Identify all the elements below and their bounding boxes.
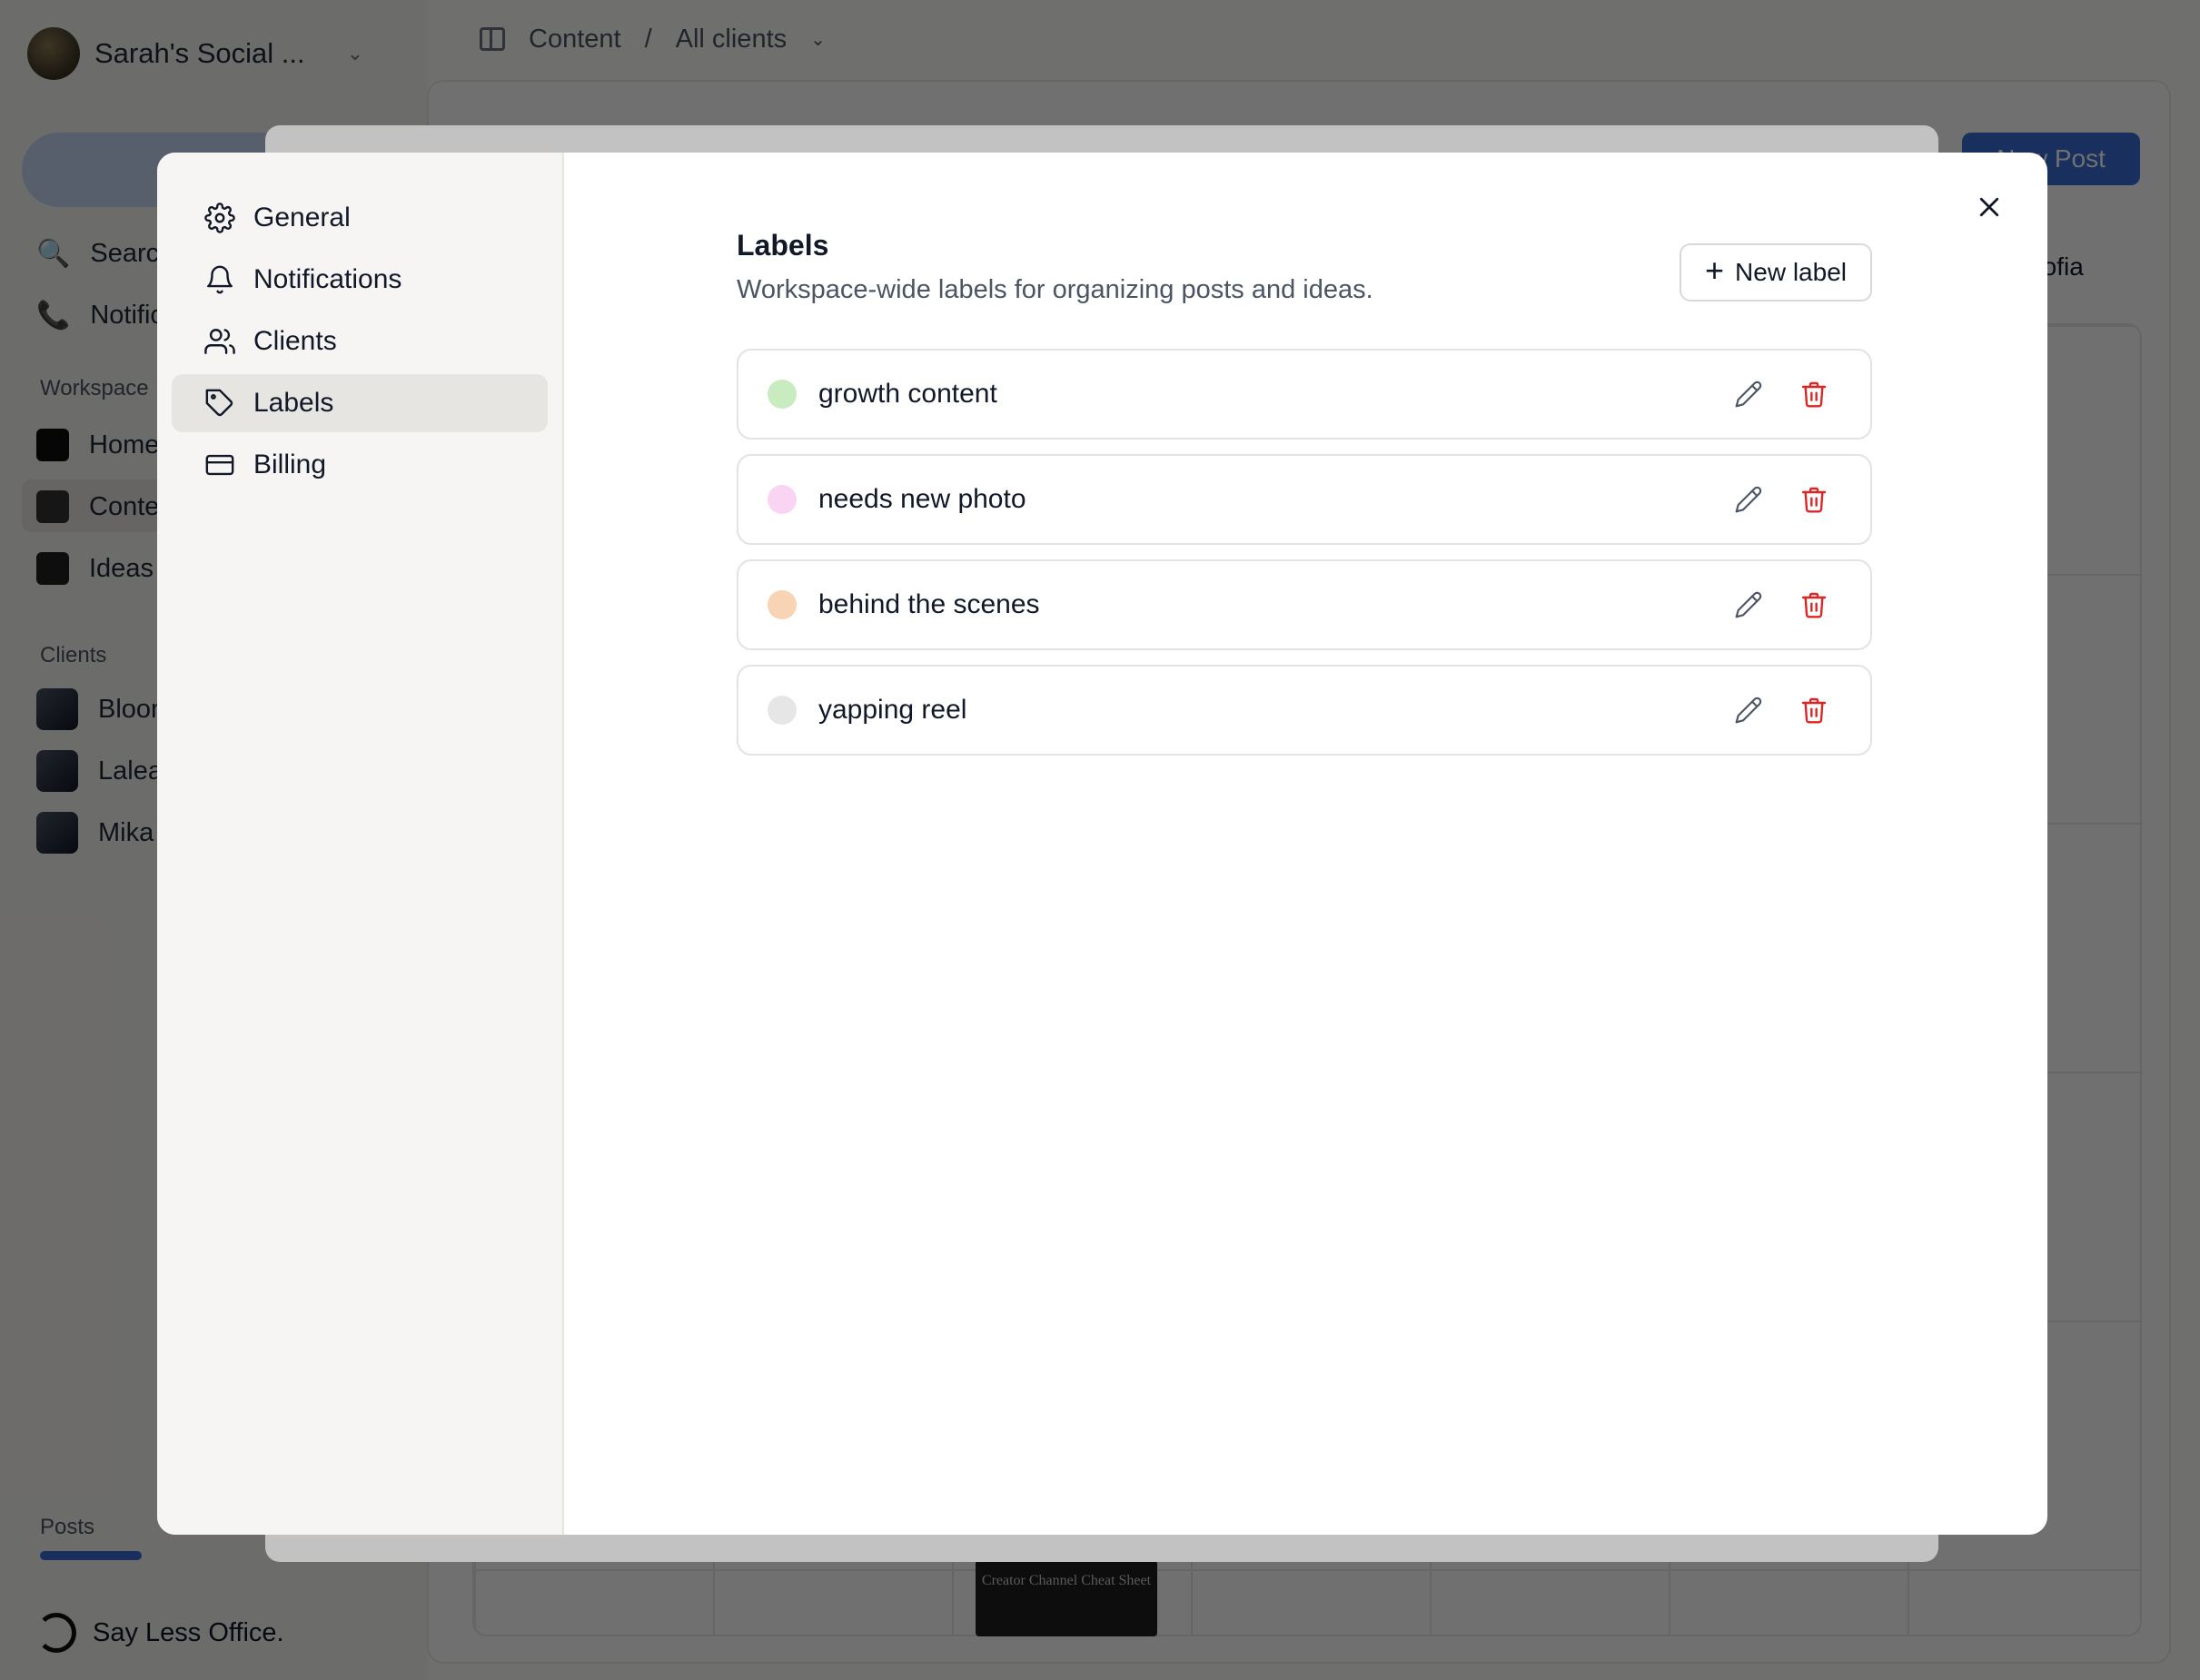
trash-icon (1801, 487, 1827, 513)
pencil-icon (1735, 486, 1762, 513)
settings-nav-label: Notifications (253, 264, 402, 294)
label-color-dot (768, 696, 797, 725)
label-row: behind the scenes (737, 559, 1872, 650)
edit-label-button[interactable] (1729, 690, 1769, 730)
label-color-dot (768, 485, 797, 514)
label-row: needs new photo (737, 454, 1872, 545)
close-icon (1979, 197, 1999, 217)
label-color-dot (768, 380, 797, 409)
settings-nav-label: Labels (253, 388, 334, 418)
delete-label-button[interactable] (1794, 479, 1834, 519)
edit-label-button[interactable] (1729, 374, 1769, 414)
new-label-button[interactable]: + New label (1680, 243, 1872, 301)
users-icon (204, 329, 235, 354)
settings-nav-clients[interactable]: Clients (172, 312, 548, 371)
pencil-icon (1735, 591, 1762, 618)
settings-nav-notifications[interactable]: Notifications (172, 251, 548, 309)
labels-header: Labels Workspace-wide labels for organiz… (737, 229, 1872, 305)
label-name: yapping reel (818, 695, 967, 725)
label-name: behind the scenes (818, 589, 1040, 619)
edit-label-button[interactable] (1729, 585, 1769, 625)
settings-nav-label: Billing (253, 450, 327, 479)
delete-label-button[interactable] (1794, 585, 1834, 625)
label-name: needs new photo (818, 484, 1026, 514)
label-name: growth content (818, 379, 997, 409)
settings-nav: General Notifications Clients Labels Bil… (157, 153, 564, 1535)
trash-icon (1801, 381, 1827, 408)
credit-card-icon (205, 454, 234, 476)
settings-nav-label: Clients (253, 326, 337, 356)
pencil-icon (1735, 697, 1762, 724)
edit-label-button[interactable] (1729, 479, 1769, 519)
settings-nav-billing[interactable]: Billing (172, 436, 548, 494)
delete-label-button[interactable] (1794, 690, 1834, 730)
tag-icon (205, 389, 233, 417)
plus-icon: + (1705, 252, 1725, 289)
gear-icon (204, 203, 235, 233)
label-row: growth content (737, 349, 1872, 440)
settings-nav-labels[interactable]: Labels (172, 374, 548, 432)
delete-label-button[interactable] (1794, 374, 1834, 414)
trash-icon (1801, 697, 1827, 724)
new-label-text: New label (1735, 258, 1847, 286)
label-color-dot (768, 590, 797, 619)
settings-content: Labels Workspace-wide labels for organiz… (564, 153, 2047, 1535)
bell-icon (207, 265, 233, 294)
settings-nav-label: General (253, 203, 351, 232)
settings-nav-general[interactable]: General (172, 189, 548, 247)
settings-modal: General Notifications Clients Labels Bil… (157, 153, 2047, 1535)
trash-icon (1801, 592, 1827, 618)
pencil-icon (1735, 380, 1762, 408)
label-row: yapping reel (737, 665, 1872, 756)
close-button[interactable] (1967, 185, 2011, 229)
labels-list: growth content needs new photo behind th… (737, 349, 1872, 770)
